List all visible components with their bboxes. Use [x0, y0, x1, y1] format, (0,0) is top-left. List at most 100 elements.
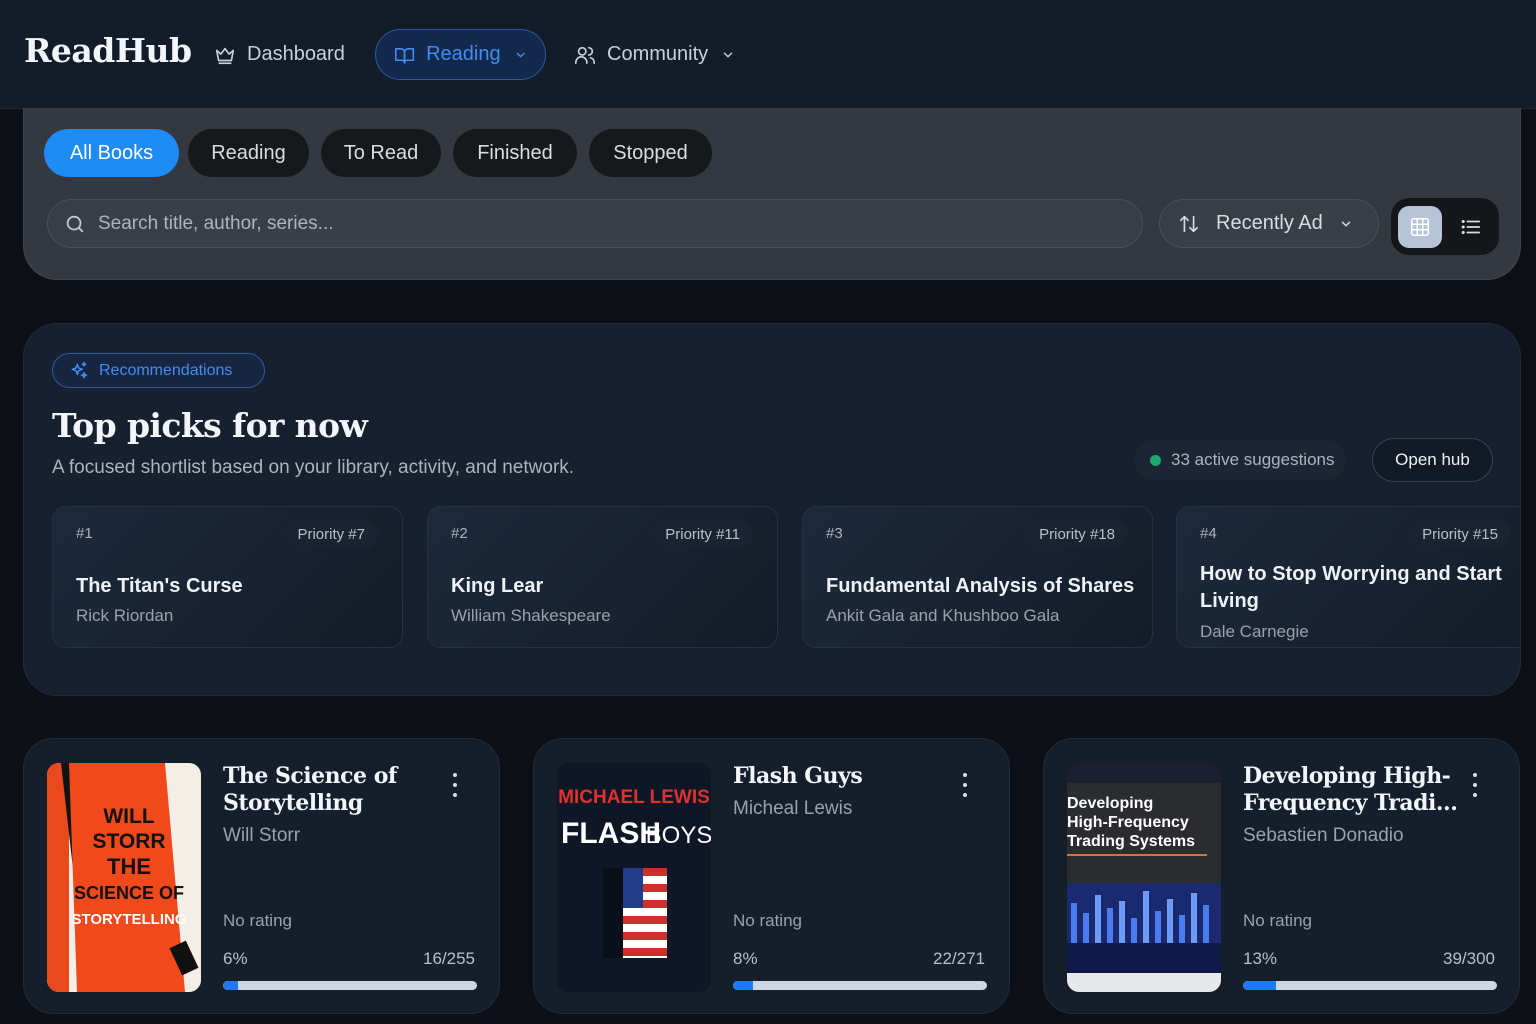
list-icon	[1461, 219, 1481, 235]
more-options-icon[interactable]	[1464, 773, 1486, 797]
open-hub-button[interactable]: Open hub	[1372, 438, 1493, 482]
chevron-down-icon	[1341, 221, 1350, 227]
brand-logo[interactable]: ReadHub	[24, 31, 192, 70]
recommendations-panel: Recommendations Top picks for now A focu…	[23, 323, 1521, 696]
tab-reading[interactable]: Reading	[188, 129, 309, 177]
cover-text: STORR	[92, 830, 165, 853]
search-box	[47, 199, 1143, 248]
nav-dashboard[interactable]: Dashboard	[196, 29, 363, 80]
progress-percent: 8%	[733, 949, 758, 968]
cover-text: BOYS	[646, 822, 711, 849]
tab-stopped[interactable]: Stopped	[589, 129, 712, 177]
nav-dashboard-label: Dashboard	[247, 43, 345, 65]
sort-dropdown[interactable]: Recently Ad	[1159, 199, 1379, 248]
book-title[interactable]: Developing High-Frequency Tradi...	[1243, 763, 1463, 817]
tab-finished[interactable]: Finished	[453, 129, 577, 177]
pick-rank: #4	[1200, 525, 1217, 542]
pick-card[interactable]: #4 Priority #15 How to Stop Worrying and…	[1176, 506, 1520, 648]
pick-card[interactable]: #2 Priority #11 King Lear William Shakes…	[427, 506, 778, 648]
cover-text: Developing	[1067, 795, 1153, 812]
nav-reading-label: Reading	[426, 43, 501, 65]
cover-text: Trading Systems	[1067, 833, 1195, 850]
pages-read: 39/300	[1443, 949, 1495, 968]
search-input[interactable]	[98, 212, 1098, 235]
nav-community[interactable]: Community	[556, 29, 753, 80]
cover-text: High-Frequency	[1067, 814, 1189, 831]
book-author: Will Storr	[223, 825, 301, 846]
cover-text: THE	[107, 854, 151, 879]
progress-bar-fill	[223, 981, 239, 990]
search-icon	[66, 215, 84, 232]
recommendations-subtitle: A focused shortlist based on your librar…	[52, 457, 575, 478]
chevron-down-icon	[723, 52, 733, 58]
more-options-icon[interactable]	[444, 773, 466, 797]
cover-text: STORYTELLING	[71, 911, 186, 928]
cover-text: MICHAEL LEWIS	[558, 787, 710, 808]
book-card[interactable]: MICHAEL LEWIS FLASH BOYS Flash Guys Mich…	[533, 738, 1010, 1014]
pick-author: Rick Riordan	[76, 606, 174, 625]
book-title[interactable]: Flash Guys	[733, 763, 953, 790]
progress-percent: 13%	[1243, 949, 1278, 968]
nav-reading[interactable]: Reading	[375, 29, 546, 80]
book-cover-image[interactable]: MICHAEL LEWIS FLASH BOYS	[557, 763, 711, 992]
book-author: Sebastien Donadio	[1243, 825, 1404, 846]
progress-bar	[733, 981, 987, 990]
open-book-icon	[394, 47, 415, 64]
top-navigation-bar: ReadHub Dashboard Reading Community	[0, 0, 1536, 109]
book-author: Micheal Lewis	[733, 798, 853, 819]
sparkles-icon	[71, 361, 88, 378]
book-title[interactable]: The Science of Storytelling	[223, 763, 443, 817]
pick-title: How to Stop Worrying and Start Living	[1200, 563, 1502, 612]
pick-priority-badge: Priority #15	[1409, 520, 1511, 548]
recommendations-badge-label: Recommendations	[99, 361, 233, 379]
book-rating: No rating	[733, 911, 802, 930]
progress-percent: 6%	[223, 949, 248, 968]
pages-read: 16/255	[423, 949, 475, 968]
progress-bar	[1243, 981, 1497, 990]
pick-title: King Lear	[451, 575, 544, 597]
progress-bar-fill	[1243, 981, 1277, 990]
pick-priority-badge: Priority #11	[652, 520, 753, 548]
book-cover-art: WILL STORR THE SCIENCE OF STORYTELLING	[47, 763, 201, 992]
pages-read: 22/271	[933, 949, 985, 968]
book-cover-art: Developing High-Frequency Trading System…	[1067, 763, 1221, 992]
pick-rank: #2	[451, 525, 468, 542]
recommendations-title: Top picks for now	[52, 406, 368, 445]
tab-to-read[interactable]: To Read	[321, 129, 441, 177]
pick-card[interactable]: #1 Priority #7 The Titan's Curse Rick Ri…	[52, 506, 403, 648]
cover-text: SCIENCE OF	[74, 883, 184, 903]
pick-author: William Shakespeare	[451, 606, 611, 625]
active-suggestions-label: 33 active suggestions	[1171, 450, 1335, 469]
pick-author: Dale Carnegie	[1200, 622, 1309, 641]
pick-title: The Titan's Curse	[76, 575, 243, 597]
pick-rank: #1	[76, 525, 93, 542]
progress-bar	[223, 981, 477, 990]
book-cover-image[interactable]: Developing High-Frequency Trading System…	[1067, 763, 1221, 992]
more-options-icon[interactable]	[954, 773, 976, 797]
pick-rank: #3	[826, 525, 843, 542]
view-mode-toggle	[1391, 198, 1499, 255]
library-filter-panel: All Books Reading To Read Finished Stopp…	[23, 108, 1521, 280]
book-cover-image[interactable]: WILL STORR THE SCIENCE OF STORYTELLING	[47, 763, 201, 992]
nav-community-label: Community	[607, 43, 709, 65]
book-cover-art: MICHAEL LEWIS FLASH BOYS	[557, 763, 711, 992]
book-rating: No rating	[1243, 911, 1312, 930]
pick-author: Ankit Gala and Khushboo Gala	[826, 606, 1060, 625]
sort-arrows-icon	[1179, 215, 1199, 232]
tab-all-books[interactable]: All Books	[44, 129, 179, 177]
pick-title: Fundamental Analysis of Shares	[826, 575, 1135, 597]
grid-view-button[interactable]	[1398, 206, 1442, 248]
pick-card[interactable]: #3 Priority #18 Fundamental Analysis of …	[802, 506, 1153, 648]
active-suggestions-indicator: 33 active suggestions	[1134, 440, 1346, 480]
pick-priority-badge: Priority #18	[1026, 520, 1128, 548]
sort-label: Recently Ad	[1216, 212, 1323, 234]
progress-bar-fill	[733, 981, 754, 990]
crown-icon	[215, 47, 235, 64]
book-rating: No rating	[223, 911, 292, 930]
list-view-button[interactable]	[1449, 206, 1493, 248]
users-icon	[575, 46, 595, 64]
book-card[interactable]: WILL STORR THE SCIENCE OF STORYTELLING T…	[23, 738, 500, 1014]
status-dot-icon	[1150, 454, 1161, 466]
chevron-down-icon	[516, 52, 525, 58]
book-card[interactable]: Developing High-Frequency Trading System…	[1043, 738, 1520, 1014]
